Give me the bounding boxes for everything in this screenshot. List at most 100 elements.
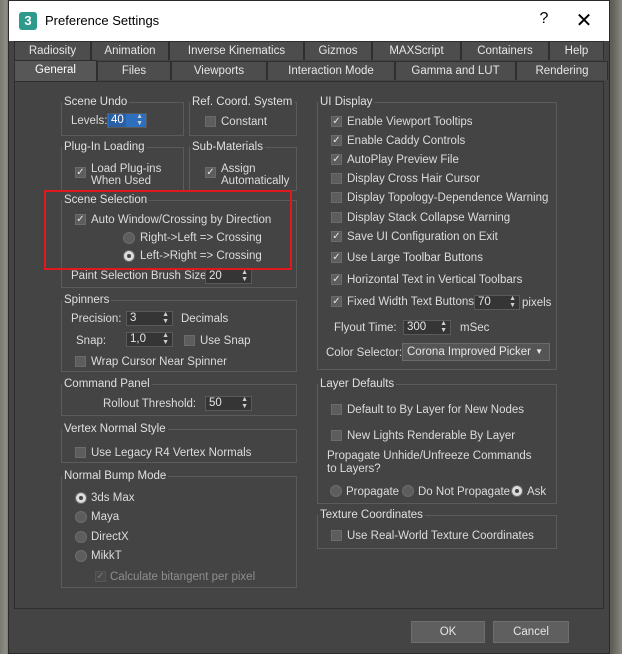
brush-size-label: Paint Selection Brush Size [71, 270, 207, 282]
cross-hair-checkbox[interactable] [331, 173, 342, 184]
red-highlight-box [44, 190, 292, 270]
radio-maya[interactable] [75, 511, 87, 523]
real-world-coords-label: Use Real-World Texture Coordinates [347, 530, 534, 542]
default-by-layer-checkbox[interactable] [331, 404, 342, 415]
snap-value: 1,0 [130, 333, 146, 345]
msec-label: mSec [460, 322, 490, 334]
spinner-arrows-icon[interactable]: ▲ ▼ [162, 311, 169, 325]
plugin-loading-title: Plug-In Loading [62, 141, 147, 154]
snap-label: Snap: [76, 335, 107, 347]
tab-rendering[interactable]: Rendering [516, 61, 608, 80]
levels-spinner[interactable]: 40 ▲ ▼ [107, 113, 147, 128]
load-plugins-label-2: When Used [91, 175, 152, 187]
ok-button[interactable]: OK [411, 621, 485, 643]
precision-value: 3 [130, 312, 137, 324]
spinner-arrows-icon[interactable]: ▲ ▼ [509, 295, 516, 309]
brush-size-value: 20 [209, 270, 222, 282]
radio-directx[interactable] [75, 531, 87, 543]
spinner-arrows-icon[interactable]: ▲ ▼ [241, 269, 248, 283]
window-title: Preference Settings [45, 13, 160, 28]
3dsmax-app-icon: 3 [19, 12, 37, 30]
tab-files[interactable]: Files [97, 61, 171, 80]
flyout-time-value: 300 [407, 321, 427, 333]
command-panel-title: Command Panel [62, 378, 152, 391]
tab-radiosity[interactable]: Radiosity [14, 41, 91, 60]
constant-label: Constant [221, 116, 268, 128]
autoplay-preview-checkbox[interactable]: ✓ [331, 154, 342, 165]
radio-3dsmax[interactable] [75, 492, 87, 504]
radio-do-not-propagate[interactable] [402, 485, 414, 497]
viewport-tooltips-checkbox[interactable]: ✓ [331, 116, 342, 127]
tab-inverse-kinematics[interactable]: Inverse Kinematics [169, 41, 304, 60]
tab-help[interactable]: Help [549, 41, 604, 60]
spinner-arrows-icon[interactable]: ▲ ▼ [136, 113, 143, 127]
normal-bump-title: Normal Bump Mode [62, 470, 169, 483]
tab-general[interactable]: General [14, 60, 97, 81]
topology-warning-checkbox[interactable] [331, 192, 342, 203]
caddy-controls-checkbox[interactable]: ✓ [331, 135, 342, 146]
rollout-threshold-value: 50 [209, 397, 222, 409]
rollout-threshold-spinner[interactable]: 50 ▲ ▼ [205, 396, 252, 411]
tab-containers[interactable]: Containers [461, 41, 549, 60]
propagate-label-2: to Layers? [327, 463, 381, 475]
tab-row-bottom: General Files Viewports Interaction Mode… [14, 60, 608, 81]
option-mikkt-label: MikkT [91, 550, 122, 562]
new-lights-label: New Lights Renderable By Layer [347, 430, 516, 442]
tab-viewports[interactable]: Viewports [171, 61, 267, 80]
topology-warning-label: Display Topology-Dependence Warning [347, 192, 549, 204]
spinner-arrows-icon[interactable]: ▲ ▼ [440, 320, 447, 334]
tab-animation[interactable]: Animation [91, 41, 169, 60]
stack-collapse-checkbox[interactable] [331, 212, 342, 223]
radio-mikkt[interactable] [75, 550, 87, 562]
assign-automatically-checkbox[interactable]: ✓ [205, 167, 216, 178]
save-ui-config-label: Save UI Configuration on Exit [347, 231, 498, 243]
texture-coords-title: Texture Coordinates [318, 509, 425, 522]
load-plugins-checkbox[interactable]: ✓ [75, 167, 86, 178]
tab-maxscript[interactable]: MAXScript [372, 41, 461, 60]
constant-checkbox[interactable] [205, 116, 216, 127]
save-ui-config-checkbox[interactable]: ✓ [331, 231, 342, 242]
spinner-arrows-icon[interactable]: ▲ ▼ [162, 332, 169, 346]
close-button[interactable]: ✕ [572, 8, 596, 33]
horizontal-text-checkbox[interactable]: ✓ [331, 274, 342, 285]
flyout-time-spinner[interactable]: 300 ▲ ▼ [403, 320, 451, 335]
fixed-width-spinner[interactable]: 70 ▲ ▼ [474, 295, 520, 310]
spinner-arrows-icon[interactable]: ▲ ▼ [241, 396, 248, 410]
default-by-layer-label: Default to By Layer for New Nodes [347, 404, 525, 416]
use-snap-checkbox[interactable] [184, 335, 195, 346]
snap-spinner[interactable]: 1,0 ▲ ▼ [126, 332, 173, 347]
bitangent-checkbox[interactable]: ✓ [95, 571, 106, 582]
precision-spinner[interactable]: 3 ▲ ▼ [126, 311, 173, 326]
preference-settings-dialog: 3 Preference Settings ? ✕ Radiosity Anim… [8, 0, 610, 654]
tab-gamma-and-lut[interactable]: Gamma and LUT [395, 61, 516, 80]
cross-hair-label: Display Cross Hair Cursor [347, 173, 480, 185]
color-selector-value: Corona Improved Picker [407, 346, 531, 358]
vertex-normal-title: Vertex Normal Style [62, 423, 168, 436]
large-toolbar-checkbox[interactable]: ✓ [331, 252, 342, 263]
radio-propagate[interactable] [330, 485, 342, 497]
wrap-cursor-checkbox[interactable] [75, 356, 86, 367]
propagate-option-label: Propagate [346, 486, 400, 498]
real-world-coords-checkbox[interactable] [331, 530, 342, 541]
sub-materials-title: Sub-Materials [190, 141, 265, 154]
new-lights-checkbox[interactable] [331, 430, 342, 441]
tab-interaction-mode[interactable]: Interaction Mode [267, 61, 395, 80]
radio-ask[interactable] [511, 485, 523, 497]
tab-gizmos[interactable]: Gizmos [304, 41, 372, 60]
flyout-time-label: Flyout Time: [334, 322, 397, 334]
cancel-button[interactable]: Cancel [493, 621, 569, 643]
scene-undo-title: Scene Undo [62, 96, 130, 109]
layer-defaults-title: Layer Defaults [318, 378, 397, 391]
autoplay-preview-label: AutoPlay Preview File [347, 154, 459, 166]
fixed-width-checkbox[interactable]: ✓ [331, 296, 342, 307]
caddy-controls-label: Enable Caddy Controls [347, 135, 466, 147]
legacy-normals-checkbox[interactable] [75, 447, 86, 458]
stack-collapse-label: Display Stack Collapse Warning [347, 212, 511, 224]
help-button[interactable]: ? [534, 10, 554, 28]
decimals-label: Decimals [181, 313, 229, 325]
brush-size-spinner[interactable]: 20 ▲ ▼ [205, 269, 252, 284]
tab-row-top: Radiosity Animation Inverse Kinematics G… [14, 41, 604, 61]
precision-label: Precision: [71, 313, 122, 325]
color-selector-dropdown[interactable]: Corona Improved Picker ▼ [402, 343, 550, 361]
title-bar[interactable]: 3 Preference Settings ? ✕ [9, 1, 609, 41]
